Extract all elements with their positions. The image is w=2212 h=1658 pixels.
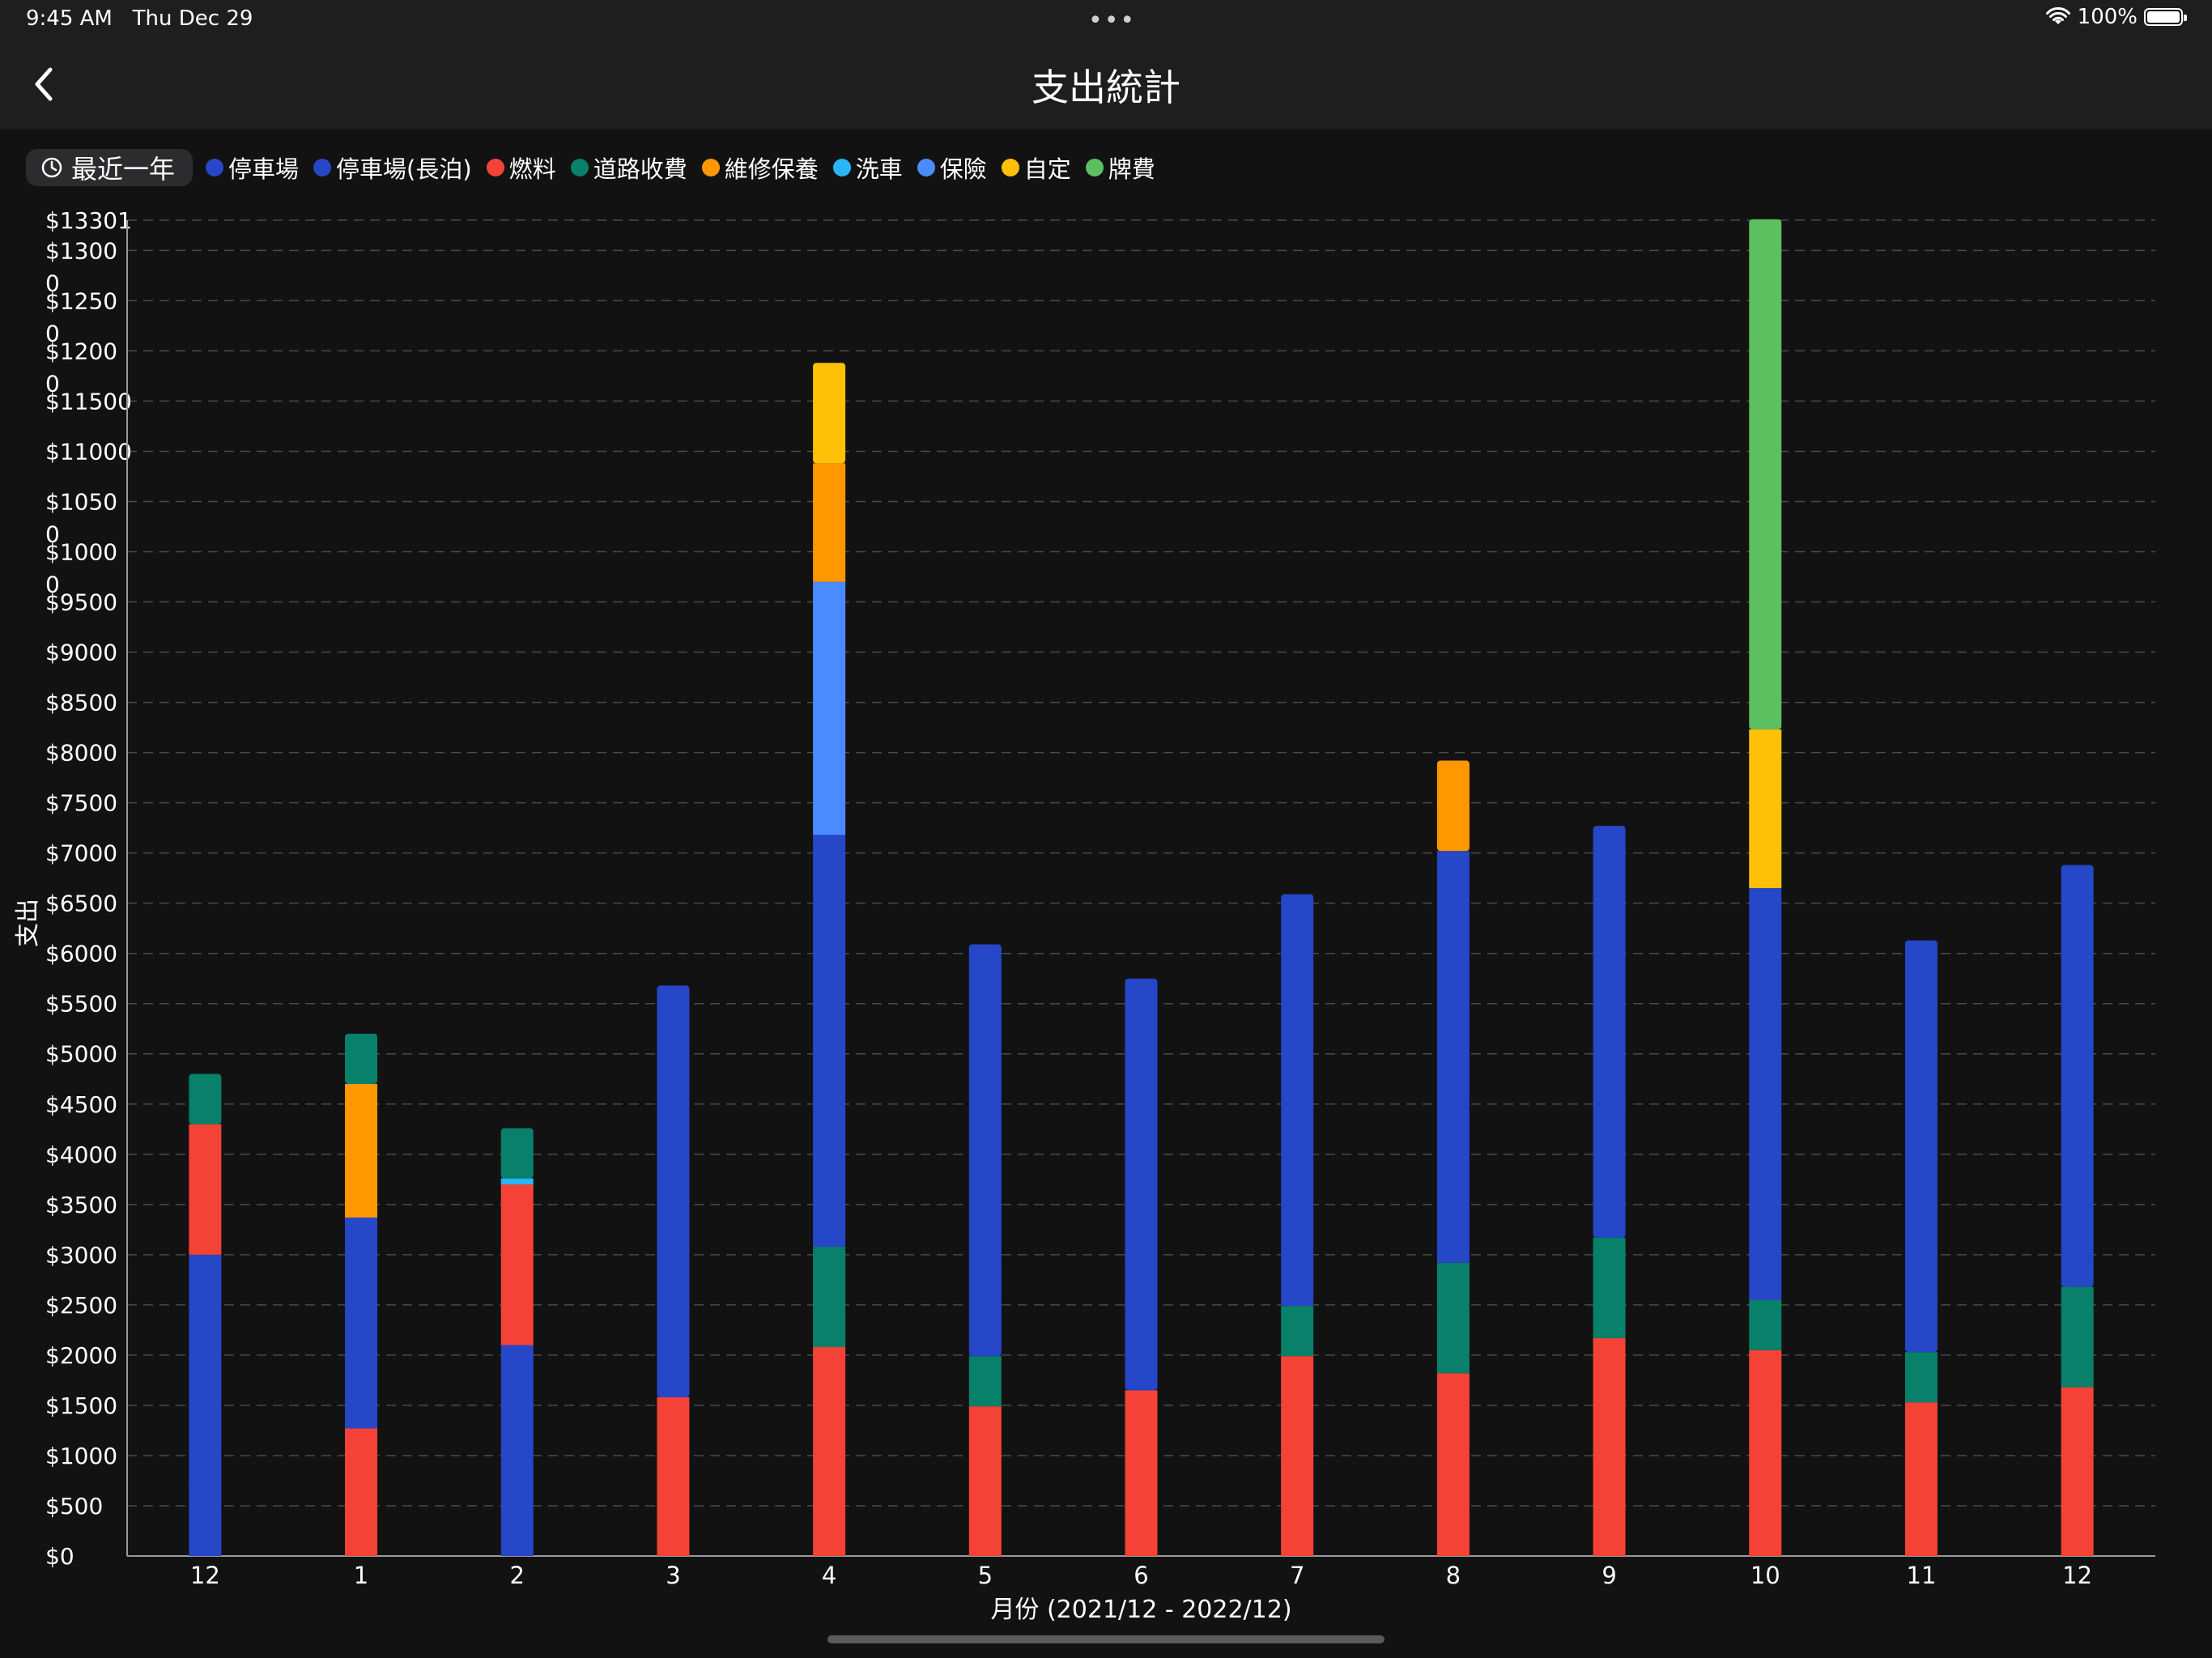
bar-segment	[813, 363, 846, 464]
y-tick-label: $1500	[45, 1392, 117, 1419]
bar-segment	[500, 1345, 534, 1556]
bar-segment	[1436, 760, 1470, 852]
bar-segment	[189, 1254, 222, 1486]
bar-segment	[1281, 1356, 1314, 1556]
y-tick-label: $7500	[45, 790, 117, 817]
y-tick-label: $5000	[45, 1041, 117, 1068]
bar-segment	[813, 1346, 846, 1556]
bar-segment	[189, 1073, 222, 1124]
x-tick-label: 6	[1134, 1562, 1148, 1589]
bar-segment	[1749, 219, 1782, 730]
bar-segment	[1593, 826, 1626, 1238]
bar-segment	[1436, 1373, 1470, 1556]
bar-segment	[813, 835, 846, 1247]
bar-segment	[968, 1406, 1002, 1556]
bar-segment	[1904, 1402, 1938, 1556]
y-tick-label: $1000	[45, 1443, 117, 1469]
y-tick-label: $13301	[45, 207, 132, 234]
bar-segment	[1749, 888, 1782, 1300]
expense-bar-chart: $0 $500 $1000 $1500 $2000 $2500 $3000 $3500 $400…	[14, 207, 2155, 1624]
bar-segment	[2061, 1387, 2094, 1556]
bar-segment	[813, 463, 846, 582]
x-tick-label: 4	[822, 1562, 836, 1589]
y-tick-label: $11000	[45, 438, 132, 465]
bar-segment	[657, 1397, 690, 1556]
bar-segment	[345, 1217, 378, 1429]
x-tick-label: 3	[666, 1562, 680, 1589]
x-tick-label: 10	[1750, 1562, 1780, 1589]
bar-segment	[813, 581, 846, 835]
bar-segment	[1436, 851, 1470, 1263]
y-axis-title: 支出	[14, 899, 42, 947]
x-tick-label: 2	[510, 1562, 525, 1589]
y-tick-label: $8500	[45, 690, 117, 716]
x-tick-label: 8	[1446, 1562, 1461, 1589]
x-axis-title: 月份 (2021/12 - 2022/12)	[990, 1596, 1291, 1624]
bar-segment	[1281, 894, 1314, 1307]
y-tick-label: $6000	[45, 941, 117, 967]
bar-segment	[1904, 1352, 1938, 1403]
y-tick-label: $4500	[45, 1091, 117, 1118]
x-tick-label: 9	[1602, 1562, 1616, 1589]
y-tick-label: $5500	[45, 991, 117, 1018]
y-tick-label: $8000	[45, 740, 117, 767]
bar-segment	[189, 1486, 222, 1556]
bar-segment	[345, 1083, 378, 1218]
y-tick-label: $0	[45, 1543, 74, 1570]
y-tick-label: $4000	[45, 1141, 117, 1168]
bar-segment	[500, 1178, 534, 1185]
bar-segment	[968, 1356, 1002, 1407]
bar-segment	[968, 944, 1002, 1357]
bar-segment	[1593, 1337, 1626, 1556]
x-tick-label: 11	[1907, 1562, 1937, 1589]
y-tick-label: $3500	[45, 1192, 117, 1218]
x-tick-label: 5	[978, 1562, 993, 1589]
bar-segment	[2061, 865, 2094, 1287]
bar-segment	[1749, 729, 1782, 889]
y-tick-label: $6500	[45, 891, 117, 917]
bar-segment	[1749, 1350, 1782, 1556]
bar-segment	[1125, 1390, 1158, 1556]
bar-segment	[1436, 1262, 1470, 1374]
y-tick-label: $2000	[45, 1342, 117, 1369]
bar-segment	[345, 1033, 378, 1084]
bar-segment	[1749, 1299, 1782, 1350]
y-tick-label: $2500	[45, 1292, 117, 1319]
bar-segment	[1281, 1306, 1314, 1357]
bar-segment	[500, 1184, 534, 1346]
y-tick-label: $7000	[45, 840, 117, 867]
y-tick-label: $3000	[45, 1242, 117, 1269]
bar-segment	[657, 985, 690, 1397]
bar-segment	[2061, 1286, 2094, 1388]
x-tick-label: 12	[2062, 1562, 2092, 1589]
bar-segment	[500, 1128, 534, 1179]
bar-segment	[1904, 940, 1938, 1353]
x-tick-label: 7	[1290, 1562, 1304, 1589]
home-indicator[interactable]	[827, 1635, 1385, 1643]
x-tick-label: 12	[190, 1562, 220, 1589]
y-tick-label: $9000	[45, 640, 117, 666]
bar-segment	[189, 1124, 222, 1255]
bar-segment	[813, 1246, 846, 1347]
bar-segment	[345, 1428, 378, 1556]
bar-segment	[1593, 1237, 1626, 1338]
bar-segment	[1125, 978, 1158, 1391]
y-tick-label: $500	[45, 1493, 103, 1520]
x-tick-label: 1	[354, 1562, 368, 1589]
